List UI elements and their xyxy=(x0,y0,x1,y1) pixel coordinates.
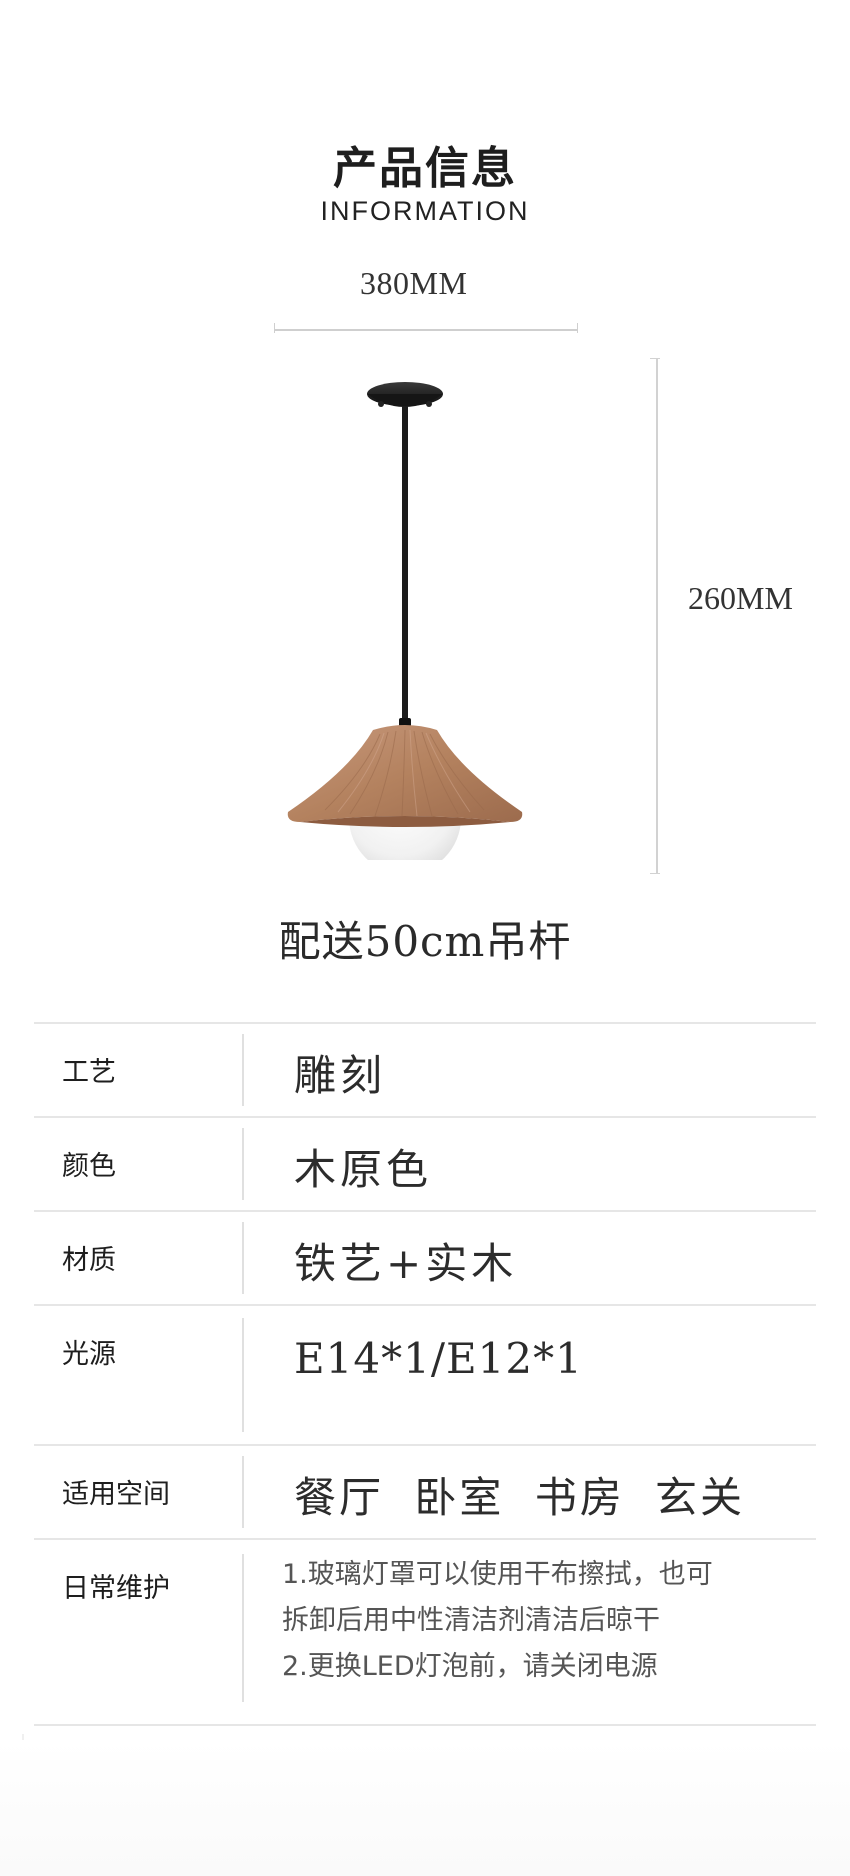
pendant-lamp-image xyxy=(287,382,523,860)
page-subtitle: INFORMATION xyxy=(320,196,530,226)
height-line xyxy=(656,358,658,874)
spec-row-material: 材质 铁艺+实木 xyxy=(34,1212,816,1304)
spec-label: 适用空间 xyxy=(62,1479,170,1510)
maintenance-line: 拆卸后用中性清洁剂清洁后晾干 xyxy=(282,1605,660,1636)
row-divider xyxy=(242,1554,244,1702)
bottom-fade xyxy=(0,1740,850,1876)
spec-label: 材质 xyxy=(62,1245,116,1276)
spec-row-light-source: 光源 E14*1/E12*1 xyxy=(34,1306,816,1444)
width-tick-right xyxy=(577,323,578,333)
spec-value: 木原色 xyxy=(294,1145,433,1194)
row-divider xyxy=(242,1318,244,1432)
spec-row-craft: 工艺 雕刻 xyxy=(34,1024,816,1116)
spec-label: 日常维护 xyxy=(62,1573,170,1604)
rod-note: 配送50cm吊杆 xyxy=(278,917,572,966)
spec-label: 颜色 xyxy=(62,1151,116,1182)
suspension-rod xyxy=(402,406,408,726)
spec-row-maintenance: 日常维护 1.玻璃灯罩可以使用干布擦拭，也可 拆卸后用中性清洁剂清洁后晾干 2.… xyxy=(34,1540,816,1710)
spec-value: E14*1/E12*1 xyxy=(294,1334,583,1383)
spec-row-space: 适用空间 餐厅 卧室 书房 玄关 xyxy=(34,1446,816,1538)
width-line xyxy=(274,329,578,331)
row-divider xyxy=(242,1034,244,1106)
spec-value: 雕刻 xyxy=(294,1051,387,1100)
height-tick-bottom xyxy=(650,873,660,874)
spec-row-color: 颜色 木原色 xyxy=(34,1118,816,1210)
maintenance-line: 2.更换LED灯泡前，请关闭电源 xyxy=(282,1651,658,1682)
width-label: 380MM xyxy=(360,265,468,301)
row-divider xyxy=(242,1222,244,1294)
table-rule xyxy=(34,1724,816,1726)
maintenance-text: 1.玻璃灯罩可以使用干布擦拭，也可 拆卸后用中性清洁剂清洁后晾干 2.更换LED… xyxy=(282,1552,802,1690)
page-title: 产品信息 xyxy=(333,143,517,194)
spec-label: 工艺 xyxy=(62,1057,116,1088)
height-label: 260MM xyxy=(688,580,793,616)
row-divider xyxy=(242,1456,244,1528)
spec-label: 光源 xyxy=(62,1339,116,1370)
spec-value: 铁艺+实木 xyxy=(294,1239,518,1288)
maintenance-line: 1.玻璃灯罩可以使用干布擦拭，也可 xyxy=(282,1559,713,1590)
spec-value: 餐厅 卧室 书房 玄关 xyxy=(294,1473,746,1522)
width-tick-left xyxy=(274,323,275,333)
row-divider xyxy=(242,1128,244,1200)
height-tick-top xyxy=(650,358,660,359)
